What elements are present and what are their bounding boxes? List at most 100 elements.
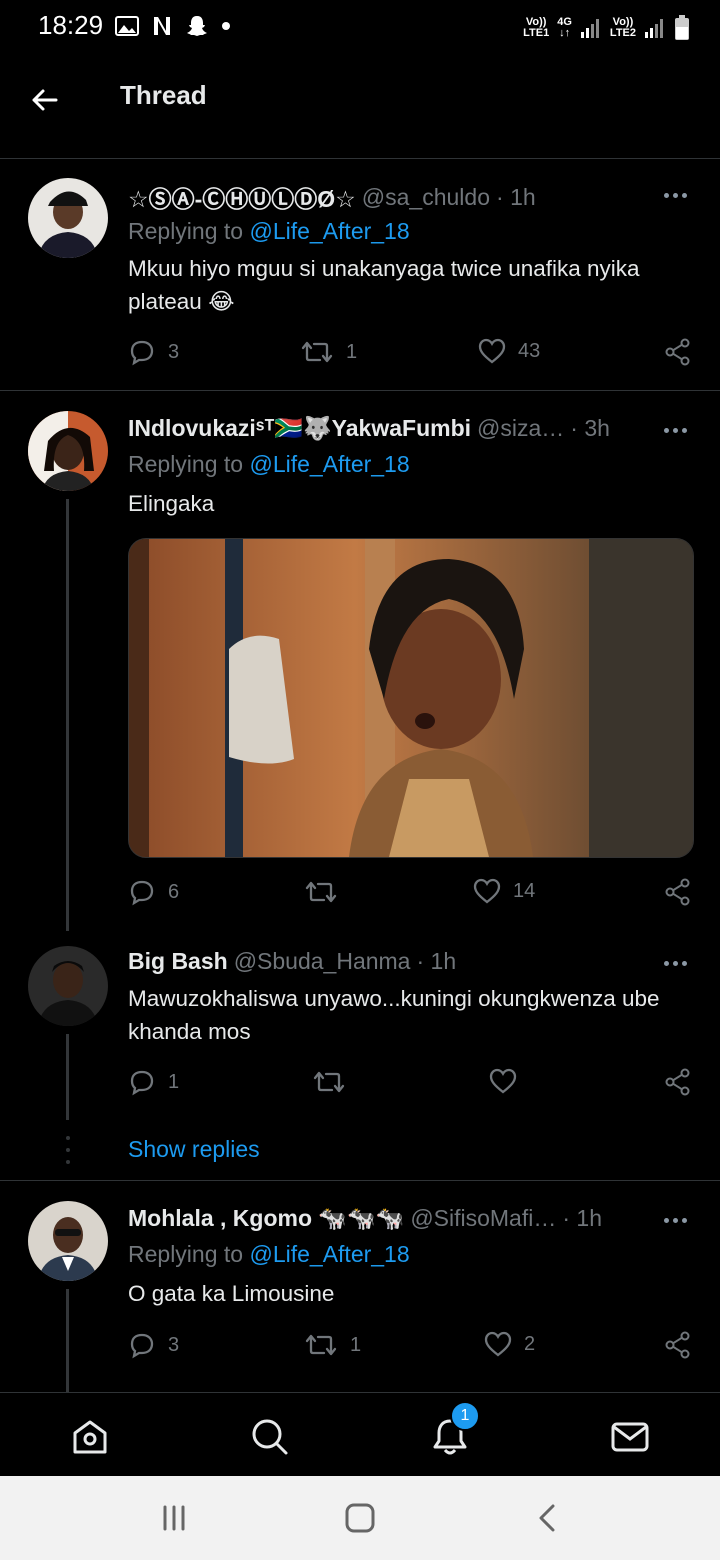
heart-icon [473,878,501,904]
battery-icon [675,15,689,40]
page-title: Thread [120,80,207,110]
thread-line [66,1289,69,1393]
more-options-icon[interactable] [664,425,690,435]
data-arrows-icon: ↓↑ [559,27,571,39]
avatar[interactable] [28,178,108,258]
tweet-3[interactable]: Big Bash @Sbuda_Hanma · 1h Mawuzokhalisw… [0,930,720,1180]
retweet-icon [301,341,333,363]
share-icon [665,1331,690,1359]
more-options-icon[interactable] [664,958,690,968]
timestamp: · 1h [562,1205,602,1231]
tweet-text: O gata ka Limousine [128,1281,335,1306]
display-name[interactable]: Mohlala , Kgomo 🐄🐄🐄 [128,1205,404,1232]
more-options-icon[interactable] [664,190,690,200]
signal-icon [580,19,599,38]
nav-messages[interactable] [608,1415,652,1459]
back-button[interactable] [26,82,62,118]
reply-button[interactable]: 1 [128,1068,179,1096]
tweet-meta: INdlovukaziˢᵀ🇿🇦🐺YakwaFumbi @siza… · 3h [128,415,610,442]
handle[interactable]: @Sbuda_Hanma [234,948,411,975]
reply-count: 3 [168,1333,180,1356]
nav-notifications[interactable]: 1 [428,1401,480,1459]
like-button[interactable]: 14 [473,878,535,904]
share-icon [665,338,690,366]
replying-to: Replying to @Life_After_18 [128,451,410,478]
handle[interactable]: @siza… [477,415,564,442]
show-replies-link[interactable]: Show replies [128,1136,260,1163]
nav-search[interactable] [248,1415,292,1459]
system-navigation-bar [0,1476,720,1560]
sim1-label: Vo)) LTE1 [523,17,549,39]
retweet-count: 1 [346,340,358,363]
heart-icon [484,1331,512,1357]
avatar[interactable] [28,946,108,1026]
thread-dots-icon [66,1136,70,1164]
tweet-1[interactable]: ☆ⓈⒶ-ⒸⒽⓊⓁⒹØ☆ @sa_chuldo · 1h Replying to … [0,158,720,390]
heart-icon [489,1068,517,1094]
like-count: 43 [518,339,541,362]
display-name[interactable]: INdlovukaziˢᵀ🇿🇦🐺YakwaFumbi [128,415,471,442]
tweet-meta: Big Bash @Sbuda_Hanma · 1h [128,948,456,975]
handle[interactable]: @sa_chuldo [362,184,490,211]
reply-button[interactable]: 3 [128,1331,179,1359]
tweet-text: Mawuzokhaliswa unyawo...kuningi okungkwe… [128,986,660,1044]
search-icon [252,1419,288,1455]
retweet-button[interactable]: 1 [300,338,357,366]
reply-icon [130,340,154,366]
home-button[interactable] [340,1498,380,1538]
thread-line [66,1034,69,1120]
thread-line [66,499,69,931]
mention-link[interactable]: @Life_After_18 [249,451,409,477]
system-back-button[interactable] [528,1498,568,1538]
sim2-label: Vo)) LTE2 [610,17,636,39]
like-button[interactable]: 2 [484,1331,535,1357]
tweet-text: Elingaka [128,491,215,516]
mention-link[interactable]: @Life_After_18 [249,1241,409,1267]
avatar[interactable] [28,1201,108,1281]
status-time: 18:29 [38,10,104,40]
tweet-meta: Mohlala , Kgomo 🐄🐄🐄 @SifisoMafi… · 1h [128,1205,602,1232]
mention-link[interactable]: @Life_After_18 [249,218,409,244]
chevron-left-icon [539,1504,555,1532]
retweet-icon [305,881,337,903]
retweet-button[interactable]: 1 [304,1331,361,1359]
retweet-button[interactable] [312,1068,358,1096]
sim1-lte: LTE1 [523,27,550,39]
like-count: 2 [524,1332,536,1355]
like-button[interactable]: 43 [478,338,540,364]
more-options-icon[interactable] [664,1215,690,1225]
retweet-button[interactable] [304,878,350,906]
like-button[interactable] [489,1068,529,1094]
handle[interactable]: @SifisoMafi… [410,1205,556,1232]
display-name[interactable]: ☆ⓈⒶ-ⒸⒽⓊⓁⒹØ☆ [128,180,356,214]
netflix-icon [154,17,170,35]
share-button[interactable] [664,338,692,366]
notification-badge: 1 [450,1401,480,1431]
reply-icon [130,880,154,906]
tweet-meta: ☆ⓈⒶ-ⒸⒽⓊⓁⒹØ☆ @sa_chuldo · 1h [128,180,536,214]
network-type: 4G ↓↑ [557,17,572,39]
reply-button[interactable]: 3 [128,338,179,366]
retweet-count: 1 [350,1333,362,1356]
back-arrow-icon [32,89,58,111]
tweet-actions: 3 1 43 [128,338,692,370]
recents-icon [163,1505,185,1531]
tweet-2[interactable]: INdlovukaziˢᵀ🇿🇦🐺YakwaFumbi @siza… · 3h R… [0,390,720,931]
avatar[interactable] [28,411,108,491]
share-icon [665,1068,690,1096]
display-name[interactable]: Big Bash [128,948,228,975]
reply-icon [130,1070,154,1096]
reply-button[interactable]: 6 [128,878,179,906]
tweet-text: Mkuu hiyo mguu si unakanyaga twice unafi… [128,256,640,314]
like-count: 14 [513,879,536,902]
snapchat-icon [187,16,207,36]
tweet-image[interactable] [128,538,694,858]
tweet-actions: 6 14 [128,878,692,910]
share-button[interactable] [664,1068,692,1096]
dot-icon [222,22,230,30]
share-button[interactable] [664,1331,692,1359]
nav-home[interactable] [68,1415,112,1459]
recent-apps-button[interactable] [154,1498,194,1538]
share-button[interactable] [664,878,692,906]
tweet-4[interactable]: Mohlala , Kgomo 🐄🐄🐄 @SifisoMafi… · 1h Re… [0,1180,720,1393]
